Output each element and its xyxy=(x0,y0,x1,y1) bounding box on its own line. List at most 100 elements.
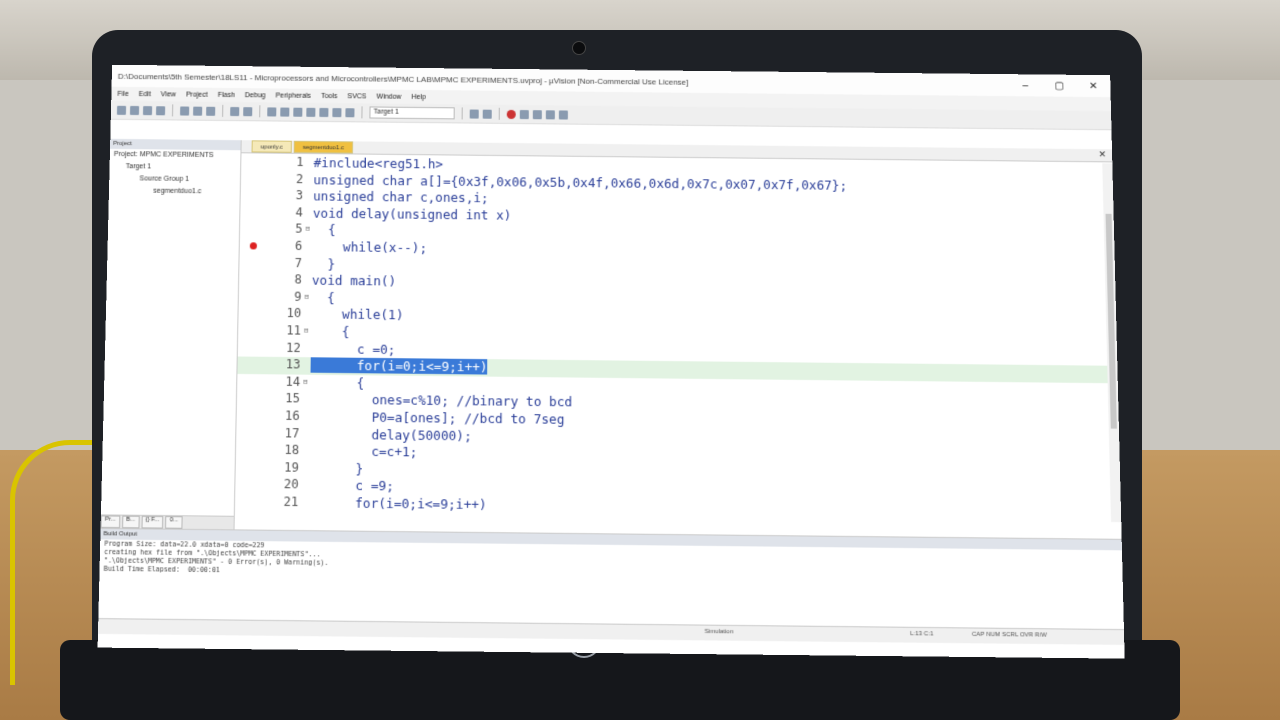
line-number: 7 xyxy=(270,255,303,270)
undo-icon[interactable] xyxy=(230,106,239,115)
find-icon[interactable] xyxy=(470,109,479,118)
menu-help[interactable]: Help xyxy=(411,93,425,100)
target-select[interactable]: Target 1 xyxy=(369,106,454,119)
cut-icon[interactable] xyxy=(180,106,189,115)
back-icon[interactable] xyxy=(267,107,276,116)
tab-functions[interactable]: {} F... xyxy=(141,516,163,529)
line-text: unsigned char c,ones,i; xyxy=(313,188,489,205)
line-number: 8 xyxy=(269,272,302,287)
tree-target[interactable]: Target 1 xyxy=(109,161,240,174)
tab-segmentduo1[interactable]: segmentduo1.c xyxy=(294,141,353,154)
menu-tools[interactable]: Tools xyxy=(321,92,337,99)
tab-books[interactable]: B... xyxy=(122,516,140,529)
line-number: 15 xyxy=(267,391,300,406)
line-text: void main() xyxy=(312,273,396,289)
line-text: P0=a[ones]; //bcd to 7seg xyxy=(310,409,565,427)
bookmark-prev-icon[interactable] xyxy=(306,107,315,116)
project-pane: Project Project: MPMC EXPERIMENTS Target… xyxy=(101,139,242,530)
window-title: D:\Documents\5th Semester\18LS11 - Micro… xyxy=(118,71,1009,89)
line-text: #include<reg51.h> xyxy=(314,155,444,171)
paste-icon[interactable] xyxy=(206,106,215,115)
forward-icon[interactable] xyxy=(280,107,289,116)
tab-project[interactable]: Pr... xyxy=(101,515,120,528)
editor-area: uponly.c segmentduo1.c ✕ 1 #include<reg51… xyxy=(235,140,1122,539)
breakpoint-icon[interactable] xyxy=(507,109,516,118)
line-number: 9 xyxy=(269,289,302,304)
line-text: { xyxy=(312,290,335,306)
line-number: 18 xyxy=(266,442,299,457)
menu-project[interactable]: Project xyxy=(186,91,208,98)
toolbar-separator xyxy=(259,105,260,117)
line-text: } xyxy=(309,460,363,476)
menu-window[interactable]: Window xyxy=(376,93,401,100)
menu-flash[interactable]: Flash xyxy=(218,91,235,98)
settings-wrench-icon[interactable] xyxy=(559,110,568,119)
menu-peripherals[interactable]: Peripherals xyxy=(275,92,311,99)
status-cursor-position: L:13 C:1 xyxy=(910,631,933,638)
redo-icon[interactable] xyxy=(243,107,252,116)
line-number: 6 xyxy=(270,238,303,253)
line-number: 3 xyxy=(271,188,303,202)
toolbar-separator xyxy=(222,105,223,117)
breakpoint-disable-icon[interactable] xyxy=(520,110,529,119)
maximize-button[interactable]: ▢ xyxy=(1042,80,1076,91)
screen: D:\Documents\5th Semester\18LS11 - Micro… xyxy=(98,65,1125,659)
menu-debug[interactable]: Debug xyxy=(245,92,266,99)
close-button[interactable]: ✕ xyxy=(1076,80,1110,91)
tab-uponly[interactable]: uponly.c xyxy=(252,140,292,152)
menu-svcs[interactable]: SVCS xyxy=(347,93,366,100)
minimize-button[interactable]: – xyxy=(1008,80,1042,91)
line-text: void delay(unsigned int x) xyxy=(313,205,512,222)
toolbar-separator xyxy=(499,108,500,120)
build-output-pane: Build Output Program Size: data=22.0 xda… xyxy=(98,528,1124,645)
line-text: { xyxy=(311,323,350,339)
selected-text: for(i=0;i<=9;i++) xyxy=(311,357,488,374)
indent-icon[interactable] xyxy=(332,108,341,117)
fold-minus-icon[interactable]: ⊟ xyxy=(304,326,308,334)
menu-view[interactable]: View xyxy=(161,91,176,98)
zoom-icon[interactable] xyxy=(483,109,492,118)
line-text: { xyxy=(310,374,364,390)
line-number: 1 xyxy=(271,155,303,169)
line-number: 19 xyxy=(266,460,299,475)
unindent-icon[interactable] xyxy=(345,108,354,117)
line-text: delay(50000); xyxy=(310,426,472,443)
window-layout-icon[interactable] xyxy=(546,110,555,119)
tab-templates[interactable]: 0... xyxy=(165,516,182,529)
tree-file-segmentduo1[interactable]: segmentduo1.c xyxy=(109,185,240,198)
breakpoint-kill-icon[interactable] xyxy=(533,110,542,119)
copy-icon[interactable] xyxy=(193,106,202,115)
save-icon[interactable] xyxy=(143,106,152,115)
menu-edit[interactable]: Edit xyxy=(139,91,151,98)
bookmark-icon[interactable] xyxy=(293,107,302,116)
line-text: while(1) xyxy=(311,306,403,322)
editor-close-icon[interactable]: ✕ xyxy=(1098,149,1106,160)
line-number: 4 xyxy=(270,205,302,220)
status-keys: CAP NUM SCRL OVR R/W xyxy=(972,632,1047,639)
line-text: while(x--); xyxy=(312,239,427,255)
toolbar-separator xyxy=(172,104,173,116)
webcam xyxy=(572,41,586,55)
fold-minus-icon[interactable]: ⊟ xyxy=(306,225,310,233)
open-file-icon[interactable] xyxy=(130,105,139,114)
toolbar-separator xyxy=(462,107,463,119)
workspace: Project Project: MPMC EXPERIMENTS Target… xyxy=(101,139,1122,539)
new-file-icon[interactable] xyxy=(117,105,126,114)
line-number: 12 xyxy=(268,340,301,355)
line-text: } xyxy=(312,256,335,271)
line-text: for(i=0;i<=9;i++) xyxy=(308,495,486,513)
bookmark-next-icon[interactable] xyxy=(319,107,328,116)
breakpoint-marker[interactable] xyxy=(250,242,257,249)
line-number: 21 xyxy=(266,494,299,509)
save-all-icon[interactable] xyxy=(156,106,165,115)
status-mode: Simulation xyxy=(705,629,734,636)
fold-minus-icon[interactable]: ⊟ xyxy=(303,377,307,385)
line-text: c =9; xyxy=(309,477,394,493)
fold-minus-icon[interactable]: ⊟ xyxy=(305,292,309,300)
line-text: c =0; xyxy=(311,340,396,356)
line-number: 13 xyxy=(268,357,301,372)
menu-file[interactable]: File xyxy=(117,90,128,97)
line-number: 5 xyxy=(270,222,302,237)
line-number: 16 xyxy=(267,408,300,423)
code-editor[interactable]: 1 #include<reg51.h> 2 unsigned char a[]={0… xyxy=(235,154,1121,520)
